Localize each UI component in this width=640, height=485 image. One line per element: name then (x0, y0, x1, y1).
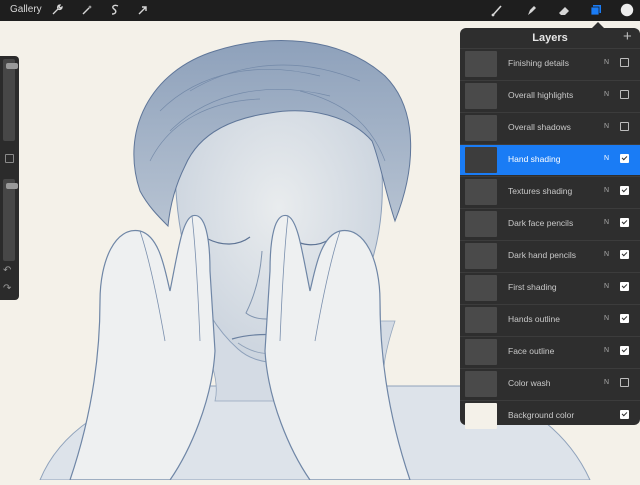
modify-button[interactable] (5, 154, 14, 163)
layer-thumbnail[interactable] (465, 403, 497, 429)
layer-thumbnail[interactable] (465, 211, 497, 237)
blend-mode-button[interactable]: N (604, 283, 609, 290)
layer-row[interactable]: Hand shading N (460, 144, 640, 175)
brush-size-knob[interactable] (6, 62, 18, 69)
selection-icon[interactable] (108, 3, 122, 17)
layer-visibility-checkbox[interactable] (620, 346, 629, 355)
brush-icon[interactable] (490, 3, 504, 17)
layer-thumbnail[interactable] (465, 307, 497, 333)
layer-thumbnail[interactable] (465, 371, 497, 397)
layer-row[interactable]: Finishing details N (460, 48, 640, 79)
brush-opacity-slider[interactable] (3, 179, 18, 261)
layer-name: Hands outline (508, 314, 560, 324)
smudge-icon[interactable] (524, 3, 538, 17)
eraser-icon[interactable] (557, 3, 571, 17)
layer-visibility-checkbox[interactable] (620, 122, 629, 131)
blend-mode-button[interactable]: N (604, 315, 609, 322)
layer-row[interactable]: Dark hand pencils N (460, 240, 640, 271)
blend-mode-button[interactable]: N (604, 91, 609, 98)
panel-caret (592, 22, 604, 28)
layer-name: Overall highlights (508, 90, 574, 100)
wrench-icon[interactable] (50, 3, 64, 17)
layers-panel: Layers + Finishing details N Overall highl… (460, 22, 640, 429)
blend-mode-button[interactable]: N (604, 347, 609, 354)
layer-name: Face outline (508, 346, 555, 356)
layer-name: First shading (508, 282, 557, 292)
color-swatch[interactable] (620, 3, 634, 17)
layer-visibility-checkbox[interactable] (620, 58, 629, 67)
layer-name: Dark hand pencils (508, 250, 577, 260)
layer-visibility-checkbox[interactable] (620, 186, 629, 195)
layer-name: Background color (508, 410, 575, 420)
layer-thumbnail[interactable] (465, 243, 497, 269)
layers-icon[interactable] (589, 3, 603, 17)
transform-arrow-icon[interactable] (136, 3, 150, 17)
layer-thumbnail[interactable] (465, 51, 497, 77)
blend-mode-button[interactable]: N (604, 123, 609, 130)
layer-visibility-checkbox[interactable] (620, 154, 629, 163)
layer-thumbnail[interactable] (465, 83, 497, 109)
layer-visibility-checkbox[interactable] (620, 410, 629, 419)
brush-opacity-knob[interactable] (6, 182, 18, 189)
layer-visibility-checkbox[interactable] (620, 218, 629, 227)
layer-row[interactable]: Overall highlights N (460, 80, 640, 111)
layer-thumbnail[interactable] (465, 339, 497, 365)
layer-name: Finishing details (508, 58, 569, 68)
layer-name: Hand shading (508, 154, 561, 164)
layer-name: Color wash (508, 378, 551, 388)
blend-mode-button[interactable]: N (604, 187, 609, 194)
layer-thumbnail[interactable] (465, 147, 497, 173)
blend-mode-button[interactable]: N (604, 251, 609, 258)
layer-row[interactable]: Face outline N (460, 336, 640, 367)
layer-row[interactable]: First shading N (460, 272, 640, 303)
add-layer-button[interactable]: + (623, 29, 632, 44)
magic-wand-icon[interactable] (80, 3, 94, 17)
layer-visibility-checkbox[interactable] (620, 90, 629, 99)
redo-icon[interactable]: ↷ (3, 284, 11, 294)
blend-mode-button[interactable]: N (604, 379, 609, 386)
blend-mode-button[interactable]: N (604, 219, 609, 226)
layer-row[interactable]: Dark face pencils N (460, 208, 640, 239)
layer-row[interactable]: Overall shadows N (460, 112, 640, 143)
layer-thumbnail[interactable] (465, 275, 497, 301)
blend-mode-button[interactable]: N (604, 59, 609, 66)
layer-visibility-checkbox[interactable] (620, 250, 629, 259)
top-toolbar: Gallery (0, 0, 640, 21)
gallery-button[interactable]: Gallery (10, 4, 42, 15)
layer-visibility-checkbox[interactable] (620, 314, 629, 323)
layers-panel-title: Layers (532, 32, 568, 44)
left-sidebar: ↶ ↷ (0, 56, 19, 300)
undo-icon[interactable]: ↶ (3, 266, 11, 276)
layer-name: Dark face pencils (508, 218, 574, 228)
layer-row[interactable]: Textures shading N (460, 176, 640, 207)
layer-thumbnail[interactable] (465, 179, 497, 205)
layer-row[interactable]: Hands outline N (460, 304, 640, 335)
layer-visibility-checkbox[interactable] (620, 378, 629, 387)
layer-name: Overall shadows (508, 122, 571, 132)
layer-visibility-checkbox[interactable] (620, 282, 629, 291)
layer-row[interactable]: Color wash N (460, 368, 640, 399)
brush-size-slider[interactable] (3, 59, 18, 141)
layer-thumbnail[interactable] (465, 115, 497, 141)
layer-name: Textures shading (508, 186, 573, 196)
blend-mode-button[interactable]: N (604, 155, 609, 162)
layer-row[interactable]: Background color (460, 400, 640, 431)
